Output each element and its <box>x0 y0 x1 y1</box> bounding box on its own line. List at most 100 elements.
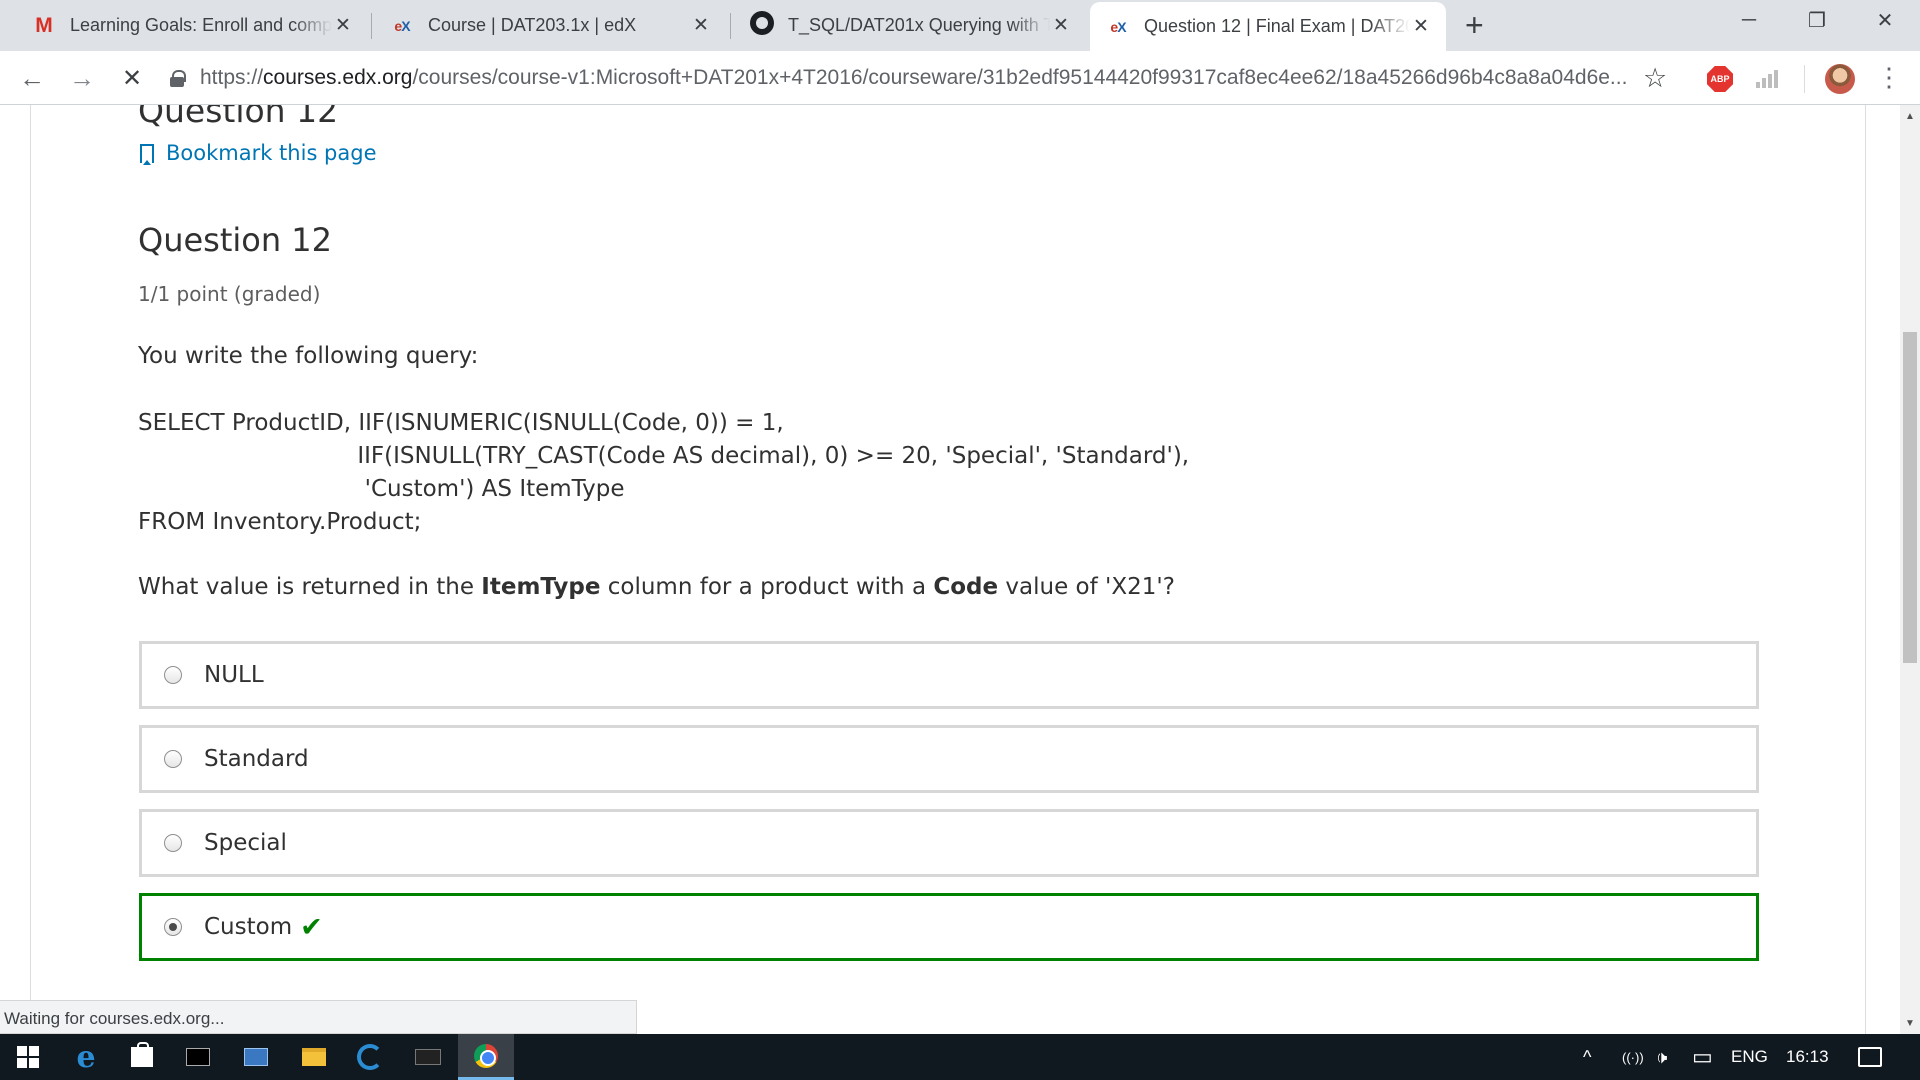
clock[interactable]: 16:13 <box>1786 1034 1829 1080</box>
file-explorer-button[interactable] <box>286 1034 342 1080</box>
query-line-1: SELECT ProductID, IIF(ISNUMERIC(ISNULL(C… <box>138 410 784 436</box>
browser-toolbar: ← → ✕ https://courses.edx.org/courses/co… <box>0 51 1920 105</box>
app-button[interactable] <box>400 1034 456 1080</box>
radio-button-checked[interactable] <box>164 918 182 936</box>
edx-icon: eX <box>1110 18 1126 35</box>
restore-button[interactable]: ❐ <box>1782 0 1852 40</box>
correct-check-icon: ✔ <box>300 911 323 943</box>
radio-button[interactable] <box>164 834 182 852</box>
tab-separator <box>730 13 731 39</box>
new-tab-button[interactable]: + <box>1465 8 1484 42</box>
bookmark-icon <box>140 143 154 165</box>
chrome-button[interactable] <box>458 1034 514 1080</box>
forward-button[interactable]: → <box>66 62 98 94</box>
start-button[interactable] <box>0 1034 56 1080</box>
edx-icon: eX <box>394 17 410 34</box>
page-viewport: Question 12 Bookmark this page Question … <box>0 105 1900 1034</box>
lock-icon <box>170 69 186 87</box>
adblock-plus-icon[interactable]: ABP <box>1707 66 1733 92</box>
profile-avatar[interactable] <box>1825 64 1855 94</box>
question-text: What value is returned in the ItemType c… <box>138 574 1175 600</box>
bookmark-page-link[interactable]: Bookmark this page <box>140 141 377 165</box>
content-border <box>30 105 31 1034</box>
store-icon <box>131 1042 153 1067</box>
scroll-up-arrow[interactable]: ▲ <box>1900 107 1920 125</box>
choice-custom[interactable]: Custom ✔ <box>139 893 1759 961</box>
internet-explorer-icon: e <box>76 1039 96 1075</box>
language-indicator[interactable]: ENG <box>1731 1034 1768 1080</box>
browser-menu-icon[interactable]: ⋮ <box>1876 63 1902 91</box>
language-label: ENG <box>1731 1047 1768 1066</box>
page-scrollbar[interactable]: ▲ ▼ <box>1900 105 1920 1034</box>
tab-title: Question 12 | Final Exam | DAT20 <box>1144 16 1410 36</box>
store-button[interactable] <box>114 1034 170 1080</box>
unit-heading: Question 12 <box>138 105 339 130</box>
app-window-icon <box>415 1049 441 1065</box>
volume-tray[interactable]: 🕩 <box>1656 1034 1667 1080</box>
address-bar[interactable]: https://courses.edx.org/courses/course-v… <box>170 60 1690 96</box>
chrome-icon <box>474 1043 498 1068</box>
sql-studio-icon <box>244 1048 268 1066</box>
close-window-button[interactable]: ✕ <box>1850 0 1920 40</box>
battery-tray[interactable]: ▭ <box>1692 1034 1713 1080</box>
tab-strip: M Learning Goals: Enroll and compl ✕ eX … <box>0 0 1920 51</box>
show-hidden-icons[interactable]: ^ <box>1583 1034 1591 1080</box>
tab-close-icon[interactable]: ✕ <box>1050 14 1072 37</box>
command-prompt-button[interactable] <box>170 1034 226 1080</box>
scroll-thumb[interactable] <box>1903 332 1917 663</box>
edge-icon <box>357 1044 383 1070</box>
action-center-button[interactable] <box>1858 1034 1882 1080</box>
wifi-icon[interactable]: ((·)) <box>1622 1050 1644 1065</box>
content-border <box>1865 105 1866 1034</box>
choice-standard[interactable]: Standard <box>139 725 1759 793</box>
status-bubble: Waiting for courses.edx.org... <box>0 1000 637 1034</box>
radio-button[interactable] <box>164 666 182 684</box>
question-prompt: You write the following query: <box>138 343 479 369</box>
notification-icon <box>1858 1047 1882 1067</box>
tab-title: Learning Goals: Enroll and compl <box>70 15 332 35</box>
windows-icon <box>17 1046 39 1068</box>
toolbar-divider <box>1804 65 1805 93</box>
terminal-icon <box>186 1048 210 1066</box>
clock-time: 16:13 <box>1786 1047 1829 1066</box>
bookmark-label: Bookmark this page <box>166 141 377 165</box>
question-points: 1/1 point (graded) <box>138 282 321 306</box>
github-icon <box>750 11 774 40</box>
sql-studio-button[interactable] <box>228 1034 284 1080</box>
tab-close-icon[interactable]: ✕ <box>690 14 712 37</box>
battery-icon[interactable]: ▭ <box>1692 1044 1713 1070</box>
stop-loading-button[interactable]: ✕ <box>116 62 148 94</box>
tab-course-dat203[interactable]: eX Course | DAT203.1x | edX ✕ <box>374 0 726 51</box>
query-line-2: IIF(ISNULL(TRY_CAST(Code AS decimal), 0)… <box>138 443 1190 469</box>
tab-github-tsql[interactable]: T_SQL/DAT201x Querying with Tr ✕ <box>734 0 1086 51</box>
tab-question-12[interactable]: eX Question 12 | Final Exam | DAT20 ✕ <box>1090 2 1446 51</box>
radio-button[interactable] <box>164 750 182 768</box>
minimize-button[interactable]: ─ <box>1714 0 1784 40</box>
windows-taskbar: e ^ ((·)) 🕩 ▭ ENG 16:13 <box>0 1034 1920 1080</box>
volume-icon[interactable]: 🕩 <box>1656 1047 1667 1068</box>
choice-label: NULL <box>204 662 264 688</box>
internet-explorer-button[interactable]: e <box>58 1034 114 1080</box>
choice-special[interactable]: Special <box>139 809 1759 877</box>
scroll-down-arrow[interactable]: ▼ <box>1900 1014 1920 1032</box>
chevron-up-icon[interactable]: ^ <box>1583 1047 1591 1068</box>
extension-bars-icon[interactable] <box>1756 70 1780 88</box>
bookmark-star-icon[interactable]: ☆ <box>1643 63 1667 94</box>
query-line-4: FROM Inventory.Product; <box>138 509 422 535</box>
tab-separator <box>371 13 372 39</box>
choice-label: Custom <box>204 914 293 940</box>
tab-title: Course | DAT203.1x | edX <box>428 15 637 35</box>
wifi-tray[interactable]: ((·)) <box>1622 1034 1644 1080</box>
back-button[interactable]: ← <box>16 62 48 94</box>
choice-label: Standard <box>204 746 309 772</box>
folder-icon <box>302 1048 326 1066</box>
choice-null[interactable]: NULL <box>139 641 1759 709</box>
question-title: Question 12 <box>138 221 333 259</box>
tab-learning-goals[interactable]: M Learning Goals: Enroll and compl ✕ <box>16 0 368 51</box>
tab-close-icon[interactable]: ✕ <box>332 14 354 37</box>
tab-close-icon[interactable]: ✕ <box>1410 15 1432 38</box>
edge-button[interactable] <box>342 1034 398 1080</box>
url-host: courses.edx.org <box>263 66 413 89</box>
column-name: ItemType <box>481 574 601 600</box>
tab-title: T_SQL/DAT201x Querying with Tr <box>788 15 1050 35</box>
